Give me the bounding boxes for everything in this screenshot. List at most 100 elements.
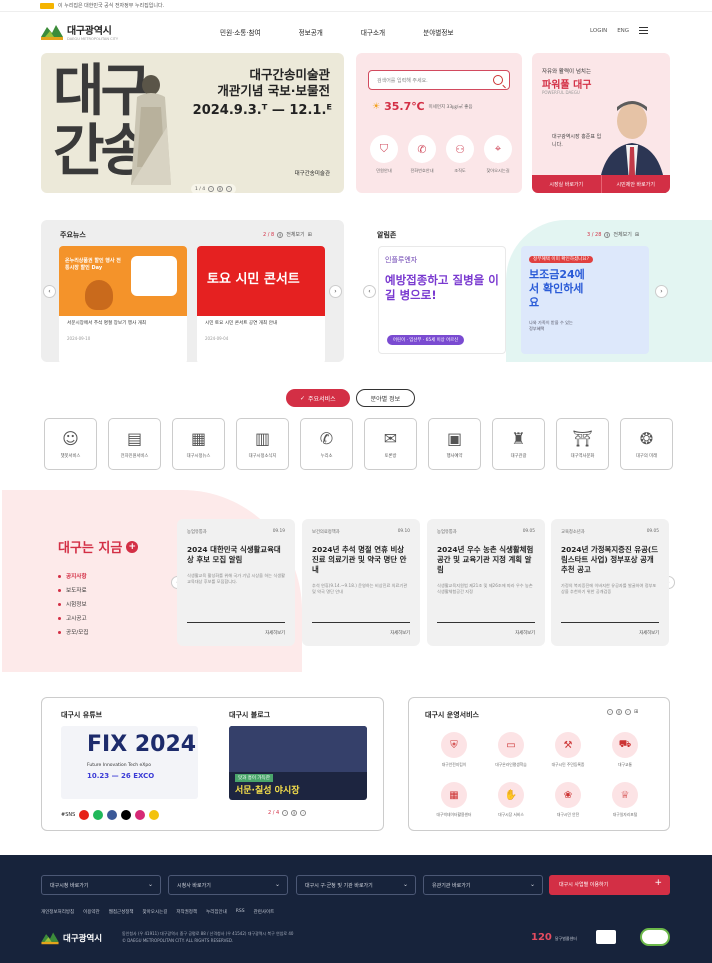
facebook-icon[interactable]	[107, 810, 118, 820]
footer-link[interactable]: 관련사이트	[254, 909, 275, 915]
alarm-prev-button[interactable]: ‹	[363, 285, 376, 298]
menu-icon[interactable]	[639, 27, 649, 34]
quick-map[interactable]: ⌖ 찾아오시는길	[482, 135, 514, 174]
notice-more-link[interactable]: 자세히보기	[390, 630, 410, 636]
alarm-card-subsidy[interactable]: 정부혜택 이미 확인하셨나요? 보조금24에서 확인하세요 나와 가족이 받을 …	[521, 246, 649, 354]
ops-pause-button[interactable]: ǁ	[616, 709, 622, 715]
footer-select-hall[interactable]: 시청사 바로가기 ⌄	[168, 875, 288, 895]
service-future[interactable]: ❂ 대구의 미래	[620, 418, 673, 470]
service-chatbot[interactable]: ☺ 챗봇서비스	[44, 418, 97, 470]
news-more-link[interactable]: 전체보기	[286, 231, 304, 238]
notice-more-link[interactable]: 자세히보기	[265, 630, 285, 636]
footer-action-button[interactable]: 대구시 사업별 이용하기 +	[549, 875, 670, 895]
alarm-card-flu[interactable]: 인플루엔자 예방접종하고 질병을 이길 병으로! 어린이 · 임산부 · 65세…	[378, 246, 506, 354]
language-select[interactable]: ENG	[617, 28, 629, 34]
notice-card[interactable]: 교육청소년과 09.05 2024년 가정복지증진 유공(드림스타트 사업) 정부…	[551, 519, 669, 646]
nav-item-civil[interactable]: 민원·소통·참여	[220, 27, 261, 37]
notice-more-link[interactable]: 자세히보기	[639, 630, 659, 636]
ops-item[interactable]: ⛟ 대구교통	[598, 732, 652, 768]
service-magazine[interactable]: ▥ 대구시정소식지	[236, 418, 289, 470]
login-link[interactable]: LOGIN	[590, 28, 607, 34]
media-section: 대구시 유튜브 FIX 2024 Future Innovation Tech …	[41, 697, 384, 831]
hero-prev-button[interactable]: ‹	[208, 186, 215, 192]
footer-link[interactable]: RSS	[236, 909, 245, 915]
quick-org[interactable]: ⚇ 조직도	[444, 135, 476, 174]
notice-card[interactable]: 농업유통과 09.05 2024년 우수 농촌 식생활체험공간 및 교육기관 지정…	[427, 519, 545, 646]
news-prev-button[interactable]: ‹	[43, 285, 56, 298]
ops-item[interactable]: ▦ 대구빅데이터활용센터	[427, 782, 481, 818]
citizen-proposal-button[interactable]: 시민제안 바로가기	[600, 175, 670, 193]
ops-item[interactable]: ❀ 대구시민 안전	[541, 782, 595, 818]
instagram-icon[interactable]	[135, 810, 146, 820]
ops-item[interactable]: ▭ 대구온라인평생학습	[484, 732, 538, 768]
footer-select-city[interactable]: 대구시청 바로가기 ⌄	[41, 875, 161, 895]
alarm-next-button[interactable]: ›	[655, 285, 668, 298]
plus-icon[interactable]: +	[126, 540, 139, 553]
ops-item[interactable]: ♕ 대구일자리포털	[598, 782, 652, 818]
alarm-more-link[interactable]: 전체보기	[613, 231, 631, 238]
quick-civil[interactable]: ⛉ 민원안내	[368, 135, 400, 174]
service-tourism[interactable]: ♜ 대구관광	[492, 418, 545, 470]
news-card[interactable]: 온누리상품권 할인 행사 전통시장 할인 Day 서문시장에서 추석 명절 장보…	[59, 246, 187, 364]
alarm-pause-button[interactable]: ǁ	[604, 231, 611, 238]
ops-item[interactable]: ✋ 대구시장 서비스	[484, 782, 538, 818]
menu-recruit[interactable]: 공모/모집	[58, 626, 88, 640]
media-prev-button[interactable]: ‹	[282, 810, 289, 816]
hero-next-button[interactable]: ›	[226, 186, 233, 192]
footer-link[interactable]: 이용약관	[83, 909, 100, 915]
nav-item-sectors[interactable]: 분야별정보	[423, 27, 453, 37]
search-icon[interactable]	[493, 75, 503, 85]
menu-exam[interactable]: 시험정보	[58, 598, 88, 612]
grid-icon[interactable]: ⊞	[634, 709, 638, 715]
ops-item[interactable]: ⚒ 대구시민 주민등록증	[541, 732, 595, 768]
service-news[interactable]: ▦ 대구시정뉴스	[172, 418, 225, 470]
notice-card[interactable]: 농업유통과 09.19 2024 대한민국 식생활교육대상 후보 모집 알림 식생…	[177, 519, 295, 646]
youtube-icon[interactable]	[79, 810, 90, 820]
service-e-civil[interactable]: ▤ 전자민원서비스	[108, 418, 161, 470]
youtube-thumbnail[interactable]: FIX 2024 Future Innovation Tech eXpo 10.…	[61, 726, 198, 799]
notice-more-link[interactable]: 자세히보기	[515, 630, 535, 636]
news-pause-button[interactable]: ǁ	[277, 231, 284, 238]
hero-pause-button[interactable]: ǁ	[217, 186, 224, 192]
notice-card[interactable]: 보건의료정책과 09.10 2024년 추석 명절 연휴 비상진료 의료기관 및 …	[302, 519, 420, 646]
grid-icon[interactable]: ⊞	[635, 232, 639, 238]
blog-thumbnail[interactable]: 맛과 흥이 가득한 서문·칠성 야시장	[229, 726, 367, 800]
service-reservation[interactable]: ▣ 행사예약	[428, 418, 481, 470]
hero-banner[interactable]: 대구간송 대구간송미술관 개관기념 국보·보물전 2024.9.3.ᵀ — 12…	[41, 53, 344, 193]
footer-select-related[interactable]: 유관기관 바로가기 ⌄	[423, 875, 543, 895]
grid-icon[interactable]: ⊞	[308, 232, 312, 238]
ops-item[interactable]: ⛨ 대구안전지킴이	[427, 732, 481, 768]
menu-press[interactable]: 보도자료	[58, 584, 88, 598]
youtube-title[interactable]: 대구시 유튜브	[61, 710, 102, 720]
kakao-icon[interactable]	[149, 810, 160, 820]
service-forum[interactable]: ✉ 토론방	[364, 418, 417, 470]
menu-notice[interactable]: 공지사항	[58, 570, 88, 584]
blog-title[interactable]: 대구시 블로그	[229, 710, 270, 720]
nav-item-info[interactable]: 정보공개	[299, 27, 323, 37]
nav-item-about[interactable]: 대구소개	[361, 27, 385, 37]
ops-next-button[interactable]: ›	[625, 709, 631, 715]
footer-hotline[interactable]: 120 달구벌콜센터	[531, 932, 577, 943]
site-logo[interactable]: 대구광역시 DAEGU METROPOLITAN CITY	[41, 22, 118, 41]
media-next-button[interactable]: ›	[300, 810, 307, 816]
news-card[interactable]: 토요 시민 콘서트 시민 토요 시민 콘서트 공연 개최 안내 2024-09-…	[197, 246, 325, 364]
x-icon[interactable]	[121, 810, 132, 820]
menu-announcement[interactable]: 고시공고	[58, 612, 88, 626]
footer-link[interactable]: 저작권정책	[176, 909, 197, 915]
media-pause-button[interactable]: ǁ	[291, 810, 298, 816]
service-nurisso[interactable]: ✆ 누리소	[300, 418, 353, 470]
mayor-office-button[interactable]: 시장실 바로가기	[532, 175, 601, 193]
tab-sector-info[interactable]: 분야별 정보	[355, 389, 416, 407]
blog-icon[interactable]	[93, 810, 104, 820]
quick-phone[interactable]: ✆ 전화번호안내	[406, 135, 438, 174]
ops-prev-button[interactable]: ‹	[607, 709, 613, 715]
search-input[interactable]: 검색어를 입력해 주세요.	[368, 70, 510, 90]
footer-link[interactable]: 웹접근성정책	[109, 909, 134, 915]
tab-main-services[interactable]: ✓ 주요서비스	[286, 389, 350, 407]
service-history[interactable]: ⛩ 대구역사문화	[556, 418, 609, 470]
footer-link[interactable]: 개인정보처리방침	[41, 909, 74, 915]
footer-select-district[interactable]: 대구시 구·군청 및 기관 바로가기 ⌄	[296, 875, 416, 895]
news-next-button[interactable]: ›	[329, 285, 342, 298]
footer-link[interactable]: 누리집안내	[206, 909, 227, 915]
footer-link[interactable]: 찾아오시는길	[143, 909, 168, 915]
